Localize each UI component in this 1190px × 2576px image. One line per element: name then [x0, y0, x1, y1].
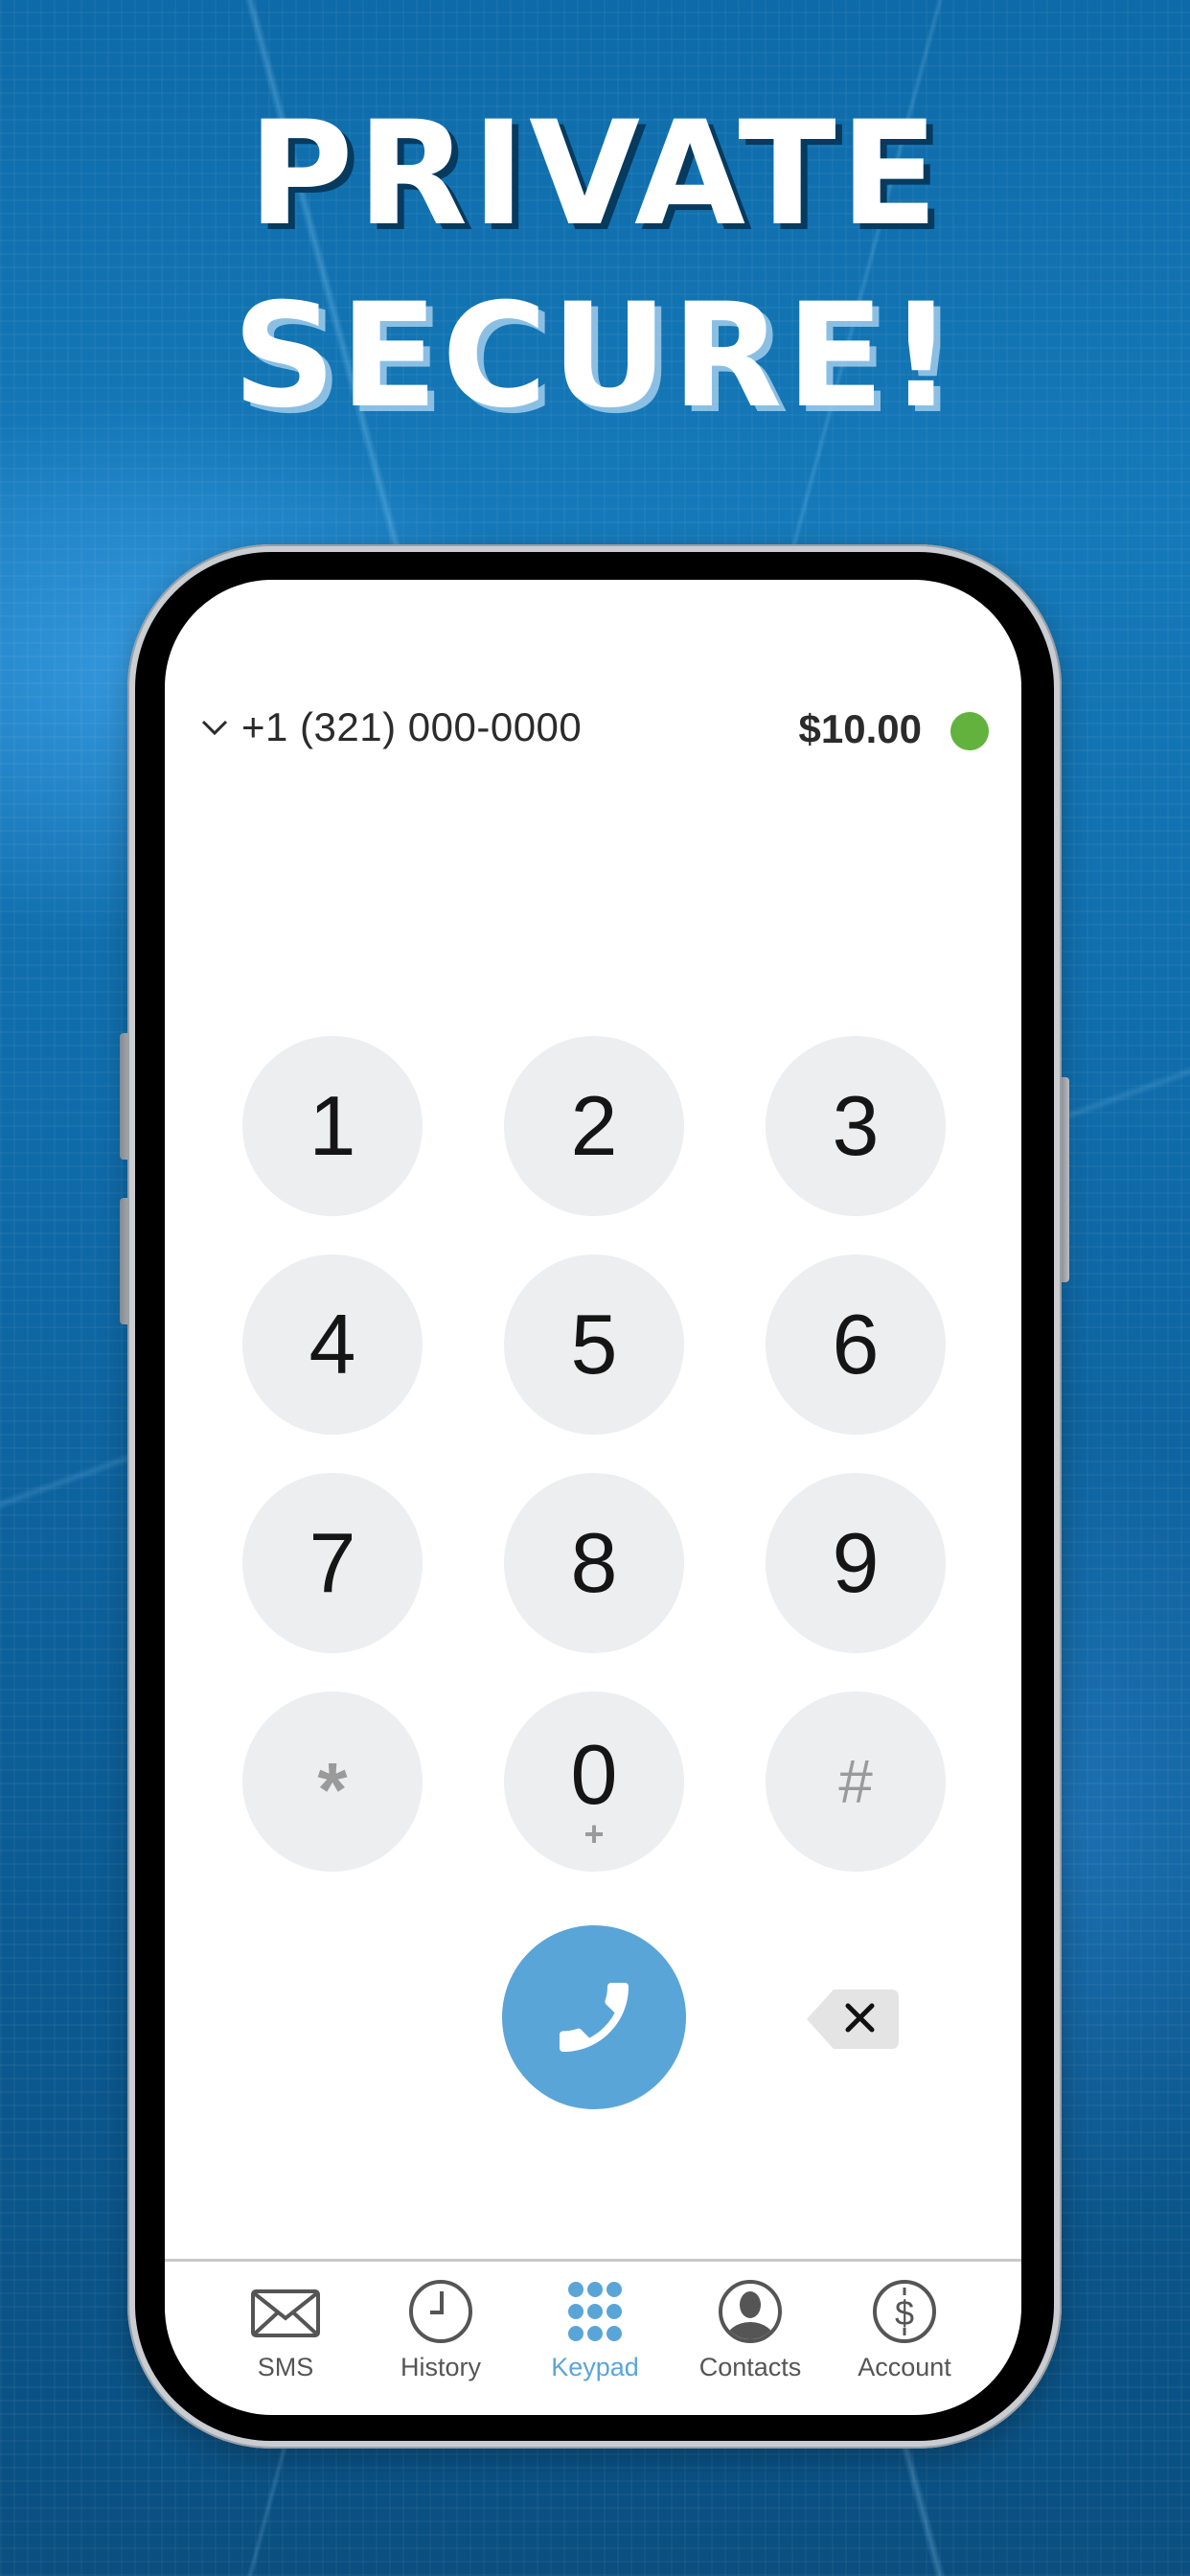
keypad-icon-dot	[568, 2282, 584, 2297]
key-sub-label: +	[584, 1814, 605, 1853]
key-digit: 9	[832, 1515, 880, 1610]
key-digit: 2	[570, 1078, 618, 1173]
key-5[interactable]: 5	[504, 1254, 684, 1435]
key-digit: *	[317, 1747, 348, 1832]
clock-icon	[409, 2280, 472, 2343]
status-indicator	[950, 712, 989, 750]
key-digit: 7	[309, 1515, 356, 1610]
keypad-icon-dot	[568, 2304, 584, 2319]
tab-bar: SMS History Keypad Contacts $ Account	[165, 2278, 1021, 2393]
key-0[interactable]: 0 +	[504, 1691, 684, 1872]
key-digit: 3	[832, 1078, 880, 1173]
keypad-icon-dot	[587, 2304, 603, 2319]
contact-icon	[719, 2280, 782, 2343]
envelope-icon	[251, 2289, 320, 2337]
dollar-icon: $	[873, 2280, 936, 2343]
tab-label: SMS	[257, 2353, 314, 2381]
tab-sms[interactable]: SMS	[218, 2278, 353, 2382]
key-1[interactable]: 1	[242, 1036, 423, 1216]
key-digit: #	[838, 1747, 873, 1816]
tab-contacts[interactable]: Contacts	[683, 2278, 817, 2382]
tab-label: Contacts	[698, 2353, 802, 2381]
keypad-icon-dot	[606, 2326, 622, 2341]
phone-icon	[560, 1983, 629, 2052]
headline-private: PRIVATE	[247, 91, 943, 258]
key-digit: 0	[570, 1727, 618, 1822]
tab-label: Keypad	[551, 2353, 639, 2381]
key-3[interactable]: 3	[766, 1036, 946, 1216]
key-digit: 4	[309, 1297, 356, 1392]
key-2[interactable]: 2	[504, 1036, 684, 1216]
headline-secure: SECURE!	[232, 273, 958, 440]
call-button[interactable]	[502, 1925, 686, 2109]
key-digit: 6	[832, 1297, 880, 1392]
key-digit: 8	[570, 1515, 618, 1610]
key-9[interactable]: 9	[766, 1473, 946, 1653]
keypad-icon-dot	[568, 2326, 584, 2341]
key-star[interactable]: *	[242, 1691, 423, 1872]
line-selector[interactable]: +1 (321) 000-0000	[197, 704, 582, 750]
key-7[interactable]: 7	[242, 1473, 423, 1653]
tab-history[interactable]: History	[374, 2278, 508, 2382]
phone-screen: +1 (321) 000-0000 $10.00 1 2 3 4 5 6 7 8	[165, 580, 1021, 2415]
tab-label: History	[400, 2353, 481, 2381]
key-8[interactable]: 8	[504, 1473, 684, 1653]
svg-text:$: $	[895, 2293, 914, 2333]
backspace-icon	[807, 1990, 899, 2049]
keypad-icon-dot	[606, 2282, 622, 2297]
tabbar-divider	[165, 2259, 1021, 2262]
phone-number: +1 (321) 000-0000	[241, 704, 583, 749]
key-hash[interactable]: #	[766, 1691, 946, 1872]
key-4[interactable]: 4	[242, 1254, 423, 1435]
tab-label: Account	[858, 2353, 951, 2381]
keypad-icon	[568, 2282, 622, 2341]
keypad-icon-dot	[606, 2304, 622, 2319]
dialer-header: +1 (321) 000-0000 $10.00	[165, 704, 1021, 752]
backspace-button[interactable]	[805, 1988, 901, 2051]
tab-keypad[interactable]: Keypad	[528, 2278, 662, 2382]
account-balance: $10.00	[798, 706, 922, 751]
key-6[interactable]: 6	[766, 1254, 946, 1435]
keypad-icon-dot	[587, 2326, 603, 2341]
keypad-icon-dot	[587, 2282, 603, 2297]
chevron-down-icon	[201, 720, 228, 736]
tab-account[interactable]: $ Account	[837, 2278, 972, 2382]
key-digit: 5	[570, 1297, 618, 1392]
key-digit: 1	[309, 1078, 356, 1173]
